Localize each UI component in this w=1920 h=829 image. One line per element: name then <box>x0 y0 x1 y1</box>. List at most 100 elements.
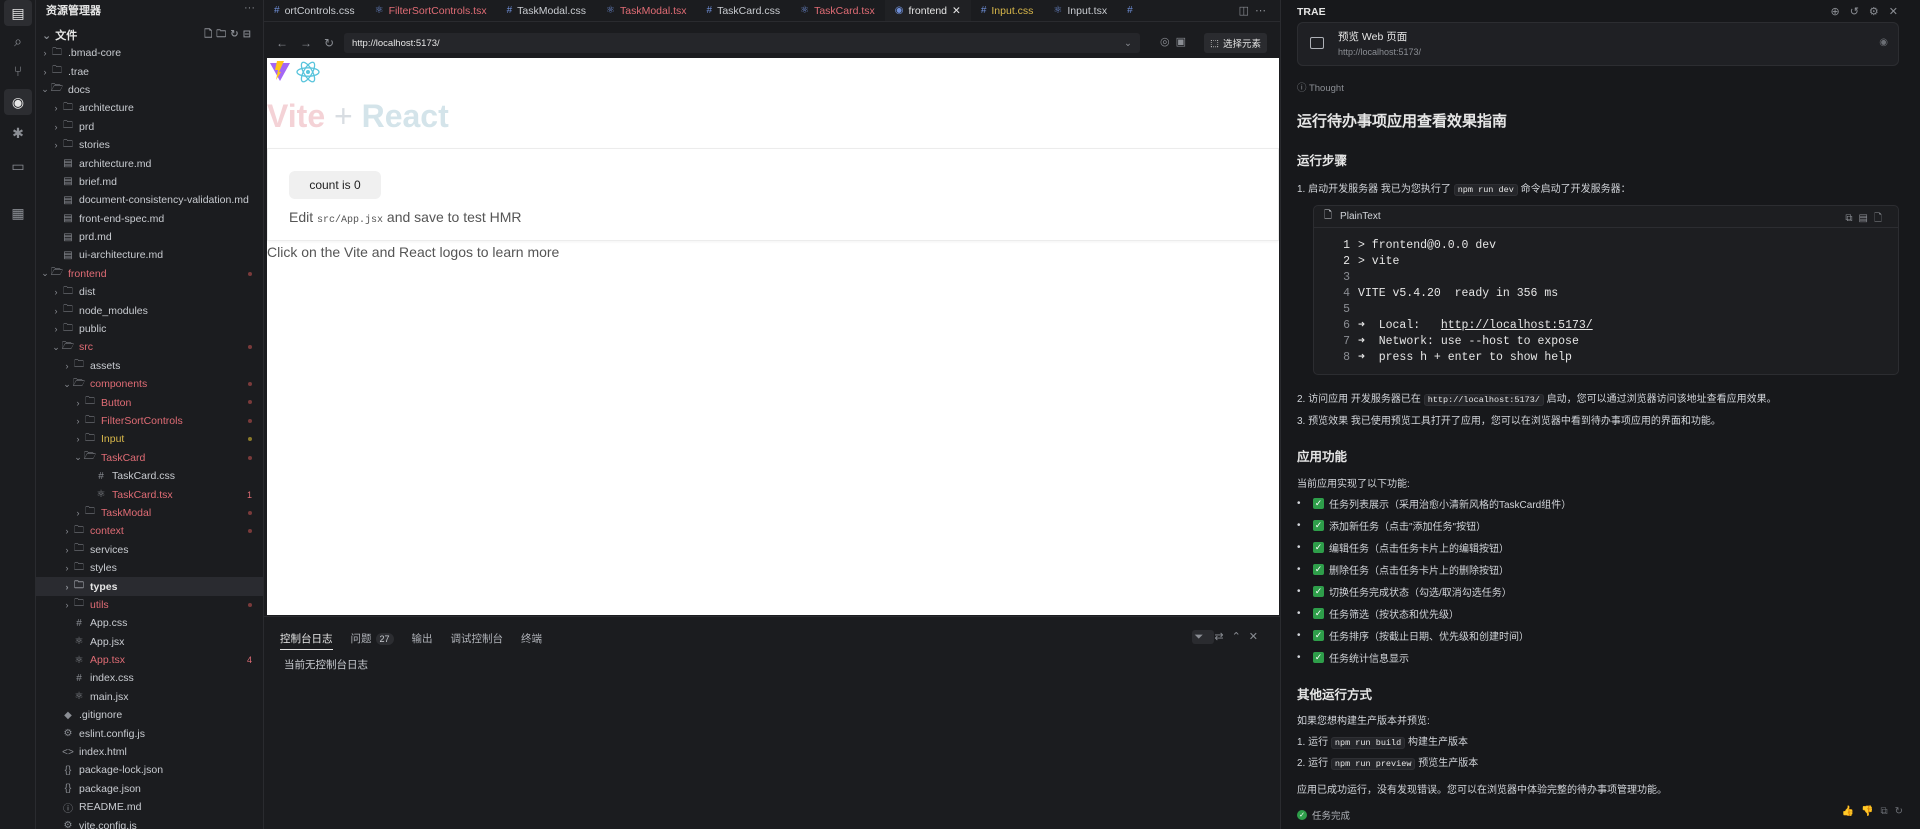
tree-item[interactable]: ⌄ 🗁 TaskCard <box>36 449 263 467</box>
problem-count: 4 <box>246 655 252 666</box>
chevron-down-icon[interactable]: ⌄ <box>1124 38 1132 49</box>
files-icon[interactable]: ▤ <box>4 0 32 26</box>
editor-tab[interactable]: ⚛ FilterSortControls.tsx <box>365 0 497 21</box>
explorer-actions[interactable]: 🗋🗀↻⊟ <box>204 27 255 44</box>
chevron-right-icon: › <box>54 121 58 132</box>
tree-item[interactable]: ▤ brief.md <box>36 173 263 191</box>
source-control-icon[interactable]: ⑂ <box>4 58 32 84</box>
tree-item[interactable]: ⚛ main.jsx <box>36 688 263 706</box>
react-logo[interactable] <box>295 60 321 84</box>
tree-item[interactable]: ⌄ 🗁 frontend <box>36 265 263 283</box>
tree-item[interactable]: › 🗀 context <box>36 522 263 540</box>
tab-actions[interactable]: ◫⋯ <box>1239 4 1272 17</box>
vite-logo[interactable] <box>269 60 291 82</box>
more-icon[interactable]: ··· <box>244 2 255 14</box>
tab-debug-console[interactable]: 调试控制台 <box>451 631 504 650</box>
editor-tab[interactable]: # Input.css <box>971 0 1044 21</box>
editor-tab[interactable]: # TaskCard.css <box>697 0 791 21</box>
tree-item[interactable]: › 🗀 .bmad-core <box>36 44 263 62</box>
filter-icon[interactable]: ⏷ <box>1191 630 1215 644</box>
feedback-actions[interactable]: 👍👎⧉↻ <box>1842 806 1910 817</box>
tree-item[interactable]: ▤ document-consistency-validation.md <box>36 191 263 209</box>
tree-item[interactable]: › 🗀 prd <box>36 118 263 136</box>
extensions-icon[interactable]: ▦ <box>4 200 32 226</box>
tree-item[interactable]: › 🗀 Button <box>36 393 263 411</box>
assistant-header-actions[interactable]: ⊕↺⚙✕ <box>1830 5 1908 18</box>
editor-tab[interactable]: # <box>1117 0 1148 21</box>
editor-tab[interactable]: ⚛ Input.tsx <box>1043 0 1117 21</box>
tree-item[interactable]: › 🗀 .trae <box>36 62 263 80</box>
tree-item[interactable]: › 🗀 public <box>36 320 263 338</box>
search-icon[interactable]: ⌕ <box>4 28 32 54</box>
tree-item[interactable]: <> index.html <box>36 743 263 761</box>
close-icon[interactable]: ✕ <box>1249 631 1266 643</box>
chevron-up-icon[interactable]: ⌃ <box>1232 631 1249 643</box>
tree-item[interactable]: ⚙ vite.config.js <box>36 816 263 829</box>
tab-output[interactable]: 输出 <box>412 631 433 650</box>
tree-item[interactable]: › 🗀 FilterSortControls <box>36 412 263 430</box>
code-actions[interactable]: ⧉▤🗋 <box>1845 211 1888 228</box>
forward-arrow-icon[interactable]: → <box>300 36 312 50</box>
tree-item[interactable]: ⚙ eslint.config.js <box>36 724 263 742</box>
editor-area: # ortControls.css ⚛ FilterSortControls.tsx #… <box>264 0 1280 829</box>
tab-terminal[interactable]: 终端 <box>521 631 542 650</box>
tree-item[interactable]: ⌄ 🗁 docs <box>36 81 263 99</box>
editor-tab[interactable]: ⚛ TaskModal.tsx <box>596 0 697 21</box>
eye-icon[interactable]: ◉ <box>1879 37 1888 48</box>
url-input[interactable]: http://localhost:5173/ ⌄ <box>344 33 1140 53</box>
editor-tab[interactable]: # ortControls.css <box>264 0 365 21</box>
folder-icon: 🗀 <box>63 285 73 297</box>
tree-item[interactable]: # index.css <box>36 669 263 687</box>
tree-item[interactable]: {} package.json <box>36 780 263 798</box>
file-icon: ⚛ <box>74 691 84 703</box>
code-link[interactable]: http://localhost:5173/ <box>1441 318 1593 334</box>
tree-item[interactable]: › 🗀 dist <box>36 283 263 301</box>
modified-dot <box>248 271 252 276</box>
tree-item[interactable]: › 🗀 styles <box>36 559 263 577</box>
preview-card-url: http://localhost:5173/ <box>1338 47 1422 57</box>
count-button[interactable]: count is 0 <box>289 171 381 199</box>
file-icon: ▤ <box>63 249 73 261</box>
tree-item[interactable]: ⌄ 🗁 src <box>36 338 263 356</box>
tree-item[interactable]: › 🗀 architecture <box>36 99 263 117</box>
editor-tab[interactable]: # TaskModal.css <box>497 0 596 21</box>
tree-item[interactable]: ◆ .gitignore <box>36 706 263 724</box>
folder-icon: 🗀 <box>63 120 73 132</box>
tab-console-log[interactable]: 控制台日志 <box>280 631 333 650</box>
tree-item[interactable]: ▤ ui-architecture.md <box>36 246 263 264</box>
tree-item[interactable]: # App.css <box>36 614 263 632</box>
tree-item[interactable]: › 🗀 stories <box>36 136 263 154</box>
tree-item[interactable]: ⓘ README.md <box>36 798 263 816</box>
tree-item[interactable]: ▤ architecture.md <box>36 154 263 172</box>
tree-item[interactable]: › 🗀 services <box>36 541 263 559</box>
preview-web-card[interactable]: 预览 Web 页面 http://localhost:5173/ ◉ <box>1297 22 1899 66</box>
tree-item[interactable]: ⚛ App.tsx 4 <box>36 651 263 669</box>
pick-element-button[interactable]: ⬚ 选择元素 <box>1204 33 1267 53</box>
tree-item[interactable]: ▤ prd.md <box>36 228 263 246</box>
close-icon[interactable]: ✕ <box>952 5 961 17</box>
reload-icon[interactable]: ↻ <box>324 36 334 50</box>
tree-item[interactable]: ⚛ TaskCard.tsx 1 <box>36 485 263 503</box>
back-arrow-icon[interactable]: ← <box>276 36 288 50</box>
tree-item[interactable]: › 🗀 Input <box>36 430 263 448</box>
tree-item[interactable]: › 🗀 types <box>36 577 263 596</box>
tab-problems[interactable]: 问题 27 <box>351 631 394 650</box>
tree-item[interactable]: ⚛ App.jsx <box>36 633 263 651</box>
wrap-icon[interactable]: ⇄ <box>1214 631 1231 643</box>
tree-item[interactable]: › 🗀 TaskModal <box>36 504 263 522</box>
files-section-header[interactable]: ⌄ 文件 🗋🗀↻⊟ <box>36 26 263 44</box>
remote-icon[interactable]: ▭ <box>4 153 32 179</box>
tree-item[interactable]: ▤ front-end-spec.md <box>36 210 263 228</box>
editor-tab[interactable]: ⚛ TaskCard.tsx <box>790 0 885 21</box>
preview-eye-icon[interactable]: ◉ <box>4 89 32 115</box>
tree-item[interactable]: ⌄ 🗁 components <box>36 375 263 393</box>
thought-label[interactable]: ⓘ Thought <box>1297 80 1344 94</box>
tree-item[interactable]: › 🗀 utils <box>36 596 263 614</box>
tree-item[interactable]: # TaskCard.css <box>36 467 263 485</box>
debug-icon[interactable]: ✱ <box>4 120 32 146</box>
tree-item[interactable]: › 🗀 node_modules <box>36 301 263 319</box>
editor-tab[interactable]: ◉ frontend ✕ <box>884 0 971 21</box>
tree-item[interactable]: › 🗀 assets <box>36 357 263 375</box>
browser-tool-icons[interactable]: ◎▣ <box>1160 35 1192 48</box>
tree-item[interactable]: {} package-lock.json <box>36 761 263 779</box>
